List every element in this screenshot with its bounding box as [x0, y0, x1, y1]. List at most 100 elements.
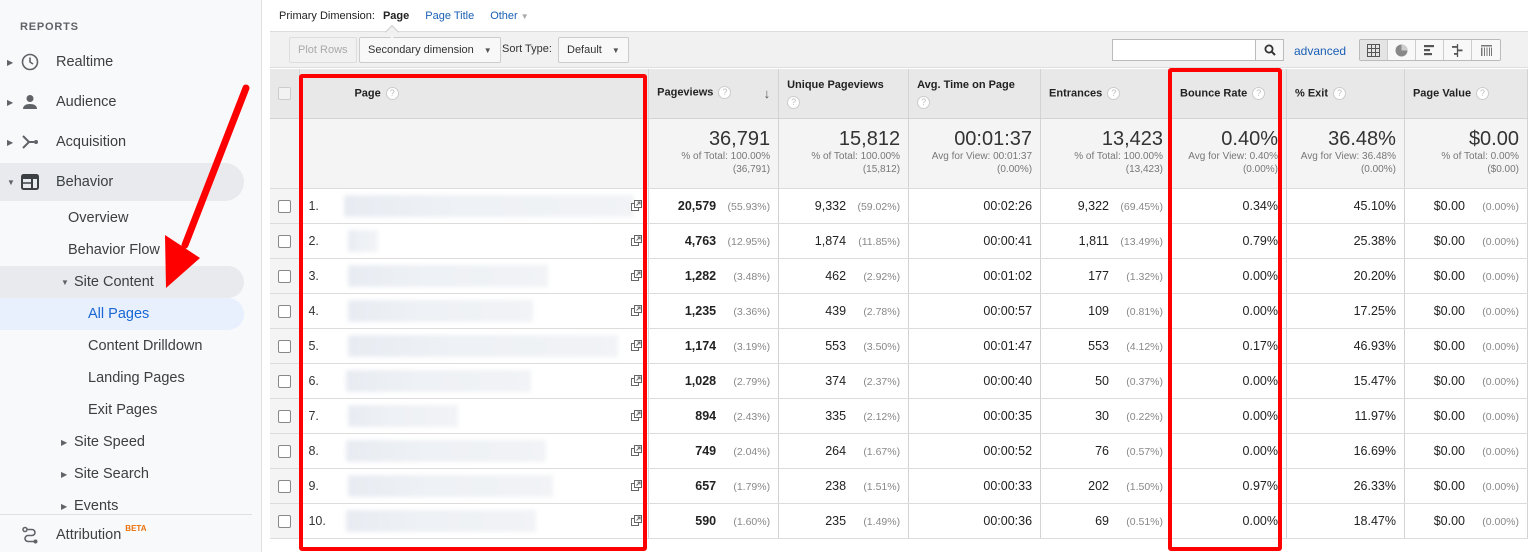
- sidebar-item-exit-pages[interactable]: Exit Pages: [88, 394, 157, 426]
- column-header-unique-pageviews[interactable]: Unique Pageviews?: [778, 69, 910, 119]
- sidebar-item-label: Attribution BETA: [56, 524, 146, 543]
- avg-time-cell: 00:00:35: [908, 398, 1042, 434]
- page-path-redacted[interactable]: [348, 299, 534, 322]
- sidebar-item-label: Site Speed: [74, 434, 145, 450]
- sidebar-item-behavior[interactable]: ▼ Behavior: [0, 163, 244, 201]
- row-checkbox[interactable]: [278, 339, 292, 353]
- total-sub: (15,812): [862, 163, 901, 175]
- row-checkbox[interactable]: [278, 234, 292, 248]
- pivot-view-button[interactable]: [1472, 40, 1500, 60]
- open-page-external-icon[interactable]: [631, 304, 643, 316]
- bounce-rate-cell: 0.00%: [1171, 258, 1287, 294]
- help-icon[interactable]: ?: [718, 85, 732, 99]
- page-path-redacted[interactable]: [344, 194, 635, 217]
- pageviews-value: 657: [695, 478, 717, 493]
- open-page-external-icon[interactable]: [631, 234, 643, 246]
- open-page-external-icon[interactable]: [631, 514, 643, 526]
- unique-pageviews-percent: (1.49%): [863, 515, 901, 528]
- table-view-button[interactable]: [1360, 40, 1388, 60]
- comparison-view-button[interactable]: [1444, 40, 1472, 60]
- sidebar-item-attribution[interactable]: Attribution BETA: [0, 516, 244, 552]
- page-path-redacted[interactable]: [348, 264, 549, 287]
- pageviews-cell: 1,174 (3.19%): [648, 328, 780, 364]
- pageviews-cell: 657 (1.79%): [648, 468, 780, 504]
- sidebar-item-audience[interactable]: ▶ Audience: [0, 83, 244, 121]
- open-page-external-icon[interactable]: [631, 479, 643, 491]
- help-icon[interactable]: ?: [1333, 86, 1346, 100]
- page-path-redacted[interactable]: [348, 334, 619, 357]
- row-checkbox[interactable]: [278, 269, 292, 283]
- secondary-dimension-dropdown[interactable]: Secondary dimension ▼: [359, 37, 501, 63]
- help-icon[interactable]: ?: [917, 95, 931, 109]
- column-header-avg-time-on-page[interactable]: Avg. Time on Page?: [908, 69, 1042, 119]
- page-path-redacted[interactable]: [346, 509, 537, 532]
- unique-pageviews-cell: 9,332 (59.02%): [778, 188, 910, 224]
- sidebar-item-landing-pages[interactable]: Landing Pages: [88, 362, 185, 394]
- sidebar-item-behavior-flow[interactable]: Behavior Flow: [68, 234, 160, 266]
- exit-cell: 18.47%: [1286, 503, 1405, 539]
- open-page-external-icon[interactable]: [631, 374, 643, 386]
- page-value-cell: $0.00 (0.00%): [1404, 433, 1529, 469]
- sidebar-divider: [0, 514, 252, 515]
- help-icon[interactable]: ?: [1252, 86, 1266, 100]
- help-icon[interactable]: ?: [385, 86, 399, 100]
- sidebar-item-content-drilldown[interactable]: Content Drilldown: [88, 330, 202, 362]
- page-path-redacted[interactable]: [348, 474, 554, 497]
- column-header-page[interactable]: Page?: [299, 69, 650, 119]
- page-value-cell: $0.00 (0.00%): [1404, 398, 1529, 434]
- column-header-exit[interactable]: % Exit?: [1286, 69, 1405, 119]
- page-path-redacted[interactable]: [348, 229, 379, 252]
- open-page-external-icon[interactable]: [631, 199, 643, 211]
- total-sub: ($0.00): [1487, 163, 1519, 175]
- pageviews-value: 1,028: [684, 373, 717, 388]
- column-header-pageviews[interactable]: Pageviews? ↓: [648, 69, 780, 119]
- primary-dimension-page-title[interactable]: Page Title: [425, 10, 474, 22]
- row-checkbox[interactable]: [278, 479, 292, 493]
- sidebar-item-acquisition[interactable]: ▶ Acquisition: [0, 123, 244, 161]
- avg-time-cell: 00:02:26: [908, 188, 1042, 224]
- total-sub: Avg for View: 36.48%: [1300, 150, 1396, 162]
- column-header-entrances[interactable]: Entrances?: [1040, 69, 1172, 119]
- row-checkbox[interactable]: [278, 514, 292, 528]
- sidebar-item-overview[interactable]: Overview: [68, 202, 128, 234]
- performance-view-button[interactable]: [1416, 40, 1444, 60]
- table-search-input[interactable]: [1112, 39, 1256, 61]
- page-path-redacted[interactable]: [346, 369, 532, 392]
- primary-dimension-other[interactable]: Other ▼: [490, 10, 528, 22]
- page-path-redacted[interactable]: [346, 439, 547, 462]
- row-checkbox[interactable]: [278, 374, 292, 388]
- search-button[interactable]: [1256, 39, 1284, 61]
- row-checkbox[interactable]: [278, 304, 292, 318]
- page-value-value: $0.00: [1433, 338, 1465, 353]
- row-number: 7.: [308, 408, 319, 423]
- sidebar-item-site-content[interactable]: ▼ Site Content: [0, 266, 244, 298]
- avg-time-cell: 00:01:47: [908, 328, 1042, 364]
- row-checkbox[interactable]: [278, 444, 292, 458]
- open-page-external-icon[interactable]: [631, 409, 643, 421]
- unique-pageviews-percent: (2.78%): [863, 305, 901, 318]
- page-value-value: $0.00: [1433, 443, 1465, 458]
- primary-dimension-page[interactable]: Page: [383, 10, 409, 22]
- column-header-bounce-rate[interactable]: Bounce Rate?: [1171, 69, 1287, 119]
- open-page-external-icon[interactable]: [631, 339, 643, 351]
- plot-rows-button[interactable]: Plot Rows: [289, 37, 357, 63]
- row-checkbox[interactable]: [278, 199, 292, 213]
- help-icon[interactable]: ?: [787, 95, 801, 109]
- page-value-cell: $0.00 (0.00%): [1404, 188, 1529, 224]
- sidebar-item-site-search[interactable]: ▶ Site Search: [0, 458, 244, 490]
- help-icon[interactable]: ?: [1476, 86, 1490, 100]
- help-icon[interactable]: ?: [1107, 86, 1121, 100]
- advanced-filter-link[interactable]: advanced: [1294, 44, 1346, 58]
- row-checkbox[interactable]: [278, 409, 292, 423]
- select-all-checkbox[interactable]: [278, 86, 292, 100]
- sidebar-item-site-speed[interactable]: ▶ Site Speed: [0, 426, 244, 458]
- open-page-external-icon[interactable]: [631, 269, 643, 281]
- page-value-value: $0.00: [1433, 198, 1465, 213]
- pie-view-button[interactable]: [1388, 40, 1416, 60]
- sidebar-item-realtime[interactable]: ▶ Realtime: [0, 43, 244, 81]
- open-page-external-icon[interactable]: [631, 444, 643, 456]
- sort-type-dropdown[interactable]: Default ▼: [558, 37, 629, 63]
- page-path-redacted[interactable]: [348, 404, 459, 427]
- column-header-page-value[interactable]: Page Value?: [1404, 69, 1529, 119]
- sidebar-item-all-pages[interactable]: All Pages: [0, 298, 244, 330]
